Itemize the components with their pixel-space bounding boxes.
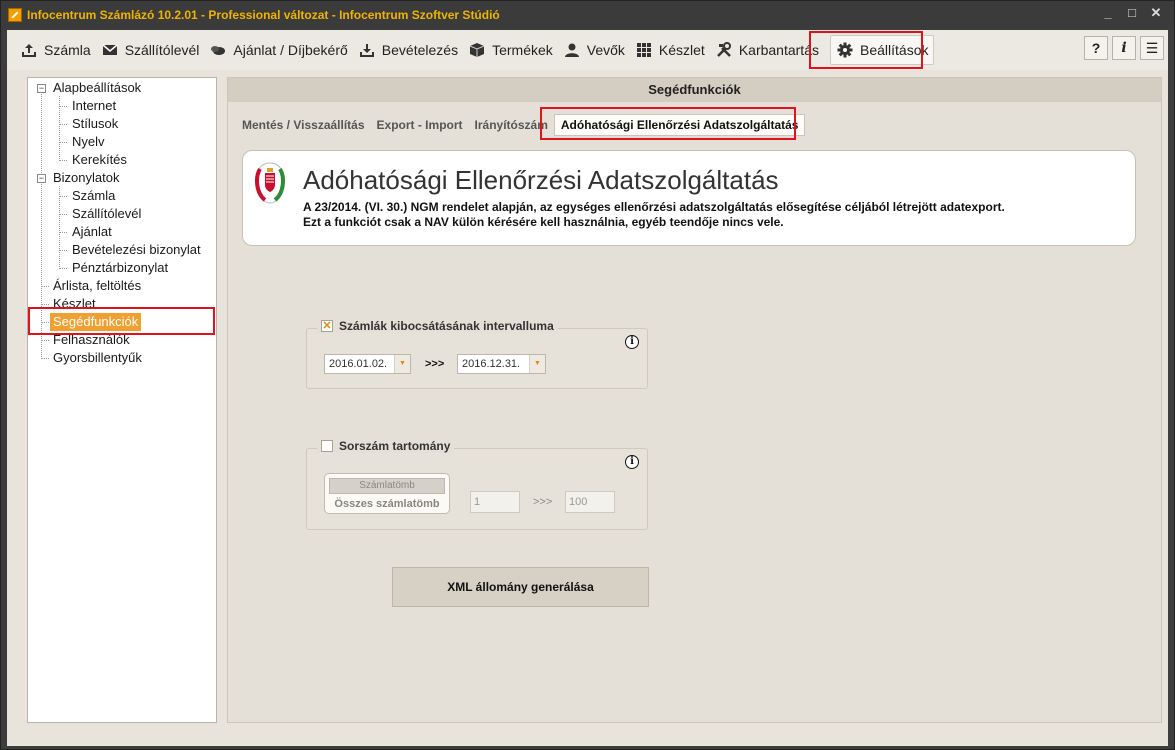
tree-item-kerekites[interactable]: Kerekítés xyxy=(72,151,127,169)
tree-item-szamla[interactable]: Számla xyxy=(72,187,115,205)
tree-item-internet[interactable]: Internet xyxy=(72,97,116,115)
info-circle-icon[interactable]: i xyxy=(625,335,639,349)
tab-mentes[interactable]: Mentés / Visszaállítás xyxy=(236,115,371,135)
info-circle-icon[interactable]: i xyxy=(625,455,639,469)
tree-item-bevetelezesi[interactable]: Bevételezési bizonylat xyxy=(72,241,201,259)
menu-keszlet[interactable]: Készlet xyxy=(630,35,710,65)
close-button[interactable]: ✕ xyxy=(1146,5,1166,21)
menu-bevetelezes[interactable]: Bevételezés xyxy=(353,35,463,65)
tree-item-felhasznalok[interactable]: Felhasználók xyxy=(53,331,130,349)
menu-label: Készlet xyxy=(658,42,705,58)
menu-label: Vevők xyxy=(586,42,625,58)
range-to-input[interactable]: 100 xyxy=(565,491,615,513)
tab-iranyitoszam[interactable]: Irányítószám xyxy=(469,115,554,135)
range-from-input[interactable]: 1 xyxy=(470,491,520,513)
menu-label: Szállítólevél xyxy=(124,42,200,58)
client-area: Számla Szállítólevél Ajánlat / Díjbekérő… xyxy=(7,30,1168,746)
title-bar: Infocentrum Számlázó 10.2.01 - Professio… xyxy=(1,1,1174,29)
menu-label: Bevételezés xyxy=(381,42,459,58)
status-bar xyxy=(7,730,1168,746)
help-icon[interactable]: ? xyxy=(1084,36,1108,60)
section-title: Segédfunkciók xyxy=(228,78,1161,102)
tree-item-penztar[interactable]: Pénztárbizonylat xyxy=(72,259,168,277)
grid-icon xyxy=(635,41,653,59)
tree-item-gyorsbillentyuk[interactable]: Gyorsbillentyűk xyxy=(53,349,142,367)
card-desc-line1: A 23/2014. (VI. 30.) NGM rendelet alapjá… xyxy=(303,200,1005,214)
date-from-value: 2016.01.02. xyxy=(329,358,388,370)
gear-icon xyxy=(836,41,854,59)
card-desc-line2: Ezt a funkciót csak a NAV külön kérésére… xyxy=(303,215,784,229)
tree-item-szallitolevel[interactable]: Szállítólevél xyxy=(72,205,141,223)
main-panel: Segédfunkciók Mentés / Visszaállítás Exp… xyxy=(227,77,1162,723)
range-legend: Sorszám tartomány xyxy=(317,439,455,453)
menu-label: Termékek xyxy=(492,42,553,58)
interval-checkbox[interactable]: ✕ xyxy=(321,320,333,332)
box-icon xyxy=(468,41,486,59)
interval-label: Számlák kibocsátásának intervalluma xyxy=(339,319,554,333)
collapse-icon[interactable]: − xyxy=(37,174,46,183)
tab-adohatosagi[interactable]: Adóhatósági Ellenőrzési Adatszolgáltatás xyxy=(553,114,806,136)
app-icon xyxy=(8,8,22,22)
menu-label: Karbantartás xyxy=(738,42,819,58)
interval-legend: ✕ Számlák kibocsátásának intervalluma xyxy=(317,319,558,333)
menu-ajanlat[interactable]: Ajánlat / Díjbekérő xyxy=(204,35,352,65)
generate-xml-button[interactable]: XML állomány generálása xyxy=(392,567,649,607)
tree-item-stilusok[interactable]: Stílusok xyxy=(72,115,118,133)
range-arrows: >>> xyxy=(425,358,445,370)
dropdown-arrow-icon[interactable]: ▼ xyxy=(394,355,410,373)
collapse-icon[interactable]: − xyxy=(37,84,46,93)
menu-szallitolevel[interactable]: Szállítólevél xyxy=(96,35,205,65)
tools-icon xyxy=(715,41,733,59)
tree-item-alapbeallitasok[interactable]: Alapbeállítások xyxy=(53,79,141,97)
maximize-button[interactable]: □ xyxy=(1122,5,1142,21)
range-checkbox[interactable] xyxy=(321,440,333,452)
tree-item-keszlet[interactable]: Készlet xyxy=(53,295,96,313)
range-label: Sorszám tartomány xyxy=(339,439,451,453)
menu-karbantartas[interactable]: Karbantartás xyxy=(710,35,824,65)
app-window: Infocentrum Számlázó 10.2.01 - Professio… xyxy=(0,0,1175,750)
date-from-field[interactable]: 2016.01.02. ▼ xyxy=(324,354,411,374)
info-card: Adóhatósági Ellenőrzési Adatszolgáltatás… xyxy=(242,150,1136,246)
tree-item-bizonylatok[interactable]: Bizonylatok xyxy=(53,169,119,187)
tree-item-segedfunkciok[interactable]: Segédfunkciók xyxy=(50,313,142,331)
szamlatomb-selector[interactable]: Számlatömb Összes számlatömb xyxy=(324,473,450,514)
date-to-value: 2016.12.31. xyxy=(462,358,521,370)
upload-icon xyxy=(20,41,38,59)
menu-label: Ajánlat / Díjbekérő xyxy=(233,42,348,58)
szamlatomb-button[interactable]: Számlatömb xyxy=(329,478,445,494)
tree-item-ajanlat[interactable]: Ajánlat xyxy=(72,223,112,241)
info-icon[interactable]: i xyxy=(1112,36,1136,60)
minimize-button[interactable]: _ xyxy=(1098,5,1118,21)
menu-szamla[interactable]: Számla xyxy=(15,35,96,65)
date-to-field[interactable]: 2016.12.31. ▼ xyxy=(457,354,546,374)
envelope-icon xyxy=(101,41,119,59)
download-icon xyxy=(358,41,376,59)
tab-export-import[interactable]: Export - Import xyxy=(371,115,469,135)
settings-tree: − − Alapbeállítások Internet Stílusok Ny… xyxy=(27,77,217,723)
range-arrows: >>> xyxy=(533,496,553,508)
tree-item-arlista[interactable]: Árlista, feltöltés xyxy=(53,277,141,295)
tab-bar: Mentés / Visszaállítás Export - Import I… xyxy=(236,114,806,136)
menu-label: Számla xyxy=(44,42,91,58)
menu-label: Beállítások xyxy=(860,42,929,58)
szamlatomb-label: Összes számlatömb xyxy=(334,498,440,510)
main-menu: Számla Szállítólevél Ajánlat / Díjbekérő… xyxy=(7,30,1168,70)
menu-beallitasok[interactable]: Beállítások xyxy=(830,35,935,65)
tree-item-nyelv[interactable]: Nyelv xyxy=(72,133,105,151)
coins-icon xyxy=(209,41,227,59)
dropdown-arrow-icon[interactable]: ▼ xyxy=(529,355,545,373)
list-icon[interactable]: ☰ xyxy=(1140,36,1164,60)
card-title: Adóhatósági Ellenőrzési Adatszolgáltatás xyxy=(303,165,779,195)
menu-termekek[interactable]: Termékek xyxy=(463,35,558,65)
user-icon xyxy=(563,41,581,59)
menu-vevok[interactable]: Vevők xyxy=(558,35,630,65)
hungarian-crest-icon xyxy=(255,162,285,204)
window-title: Infocentrum Számlázó 10.2.01 - Professio… xyxy=(27,8,500,22)
card-description: A 23/2014. (VI. 30.) NGM rendelet alapjá… xyxy=(303,200,1005,230)
